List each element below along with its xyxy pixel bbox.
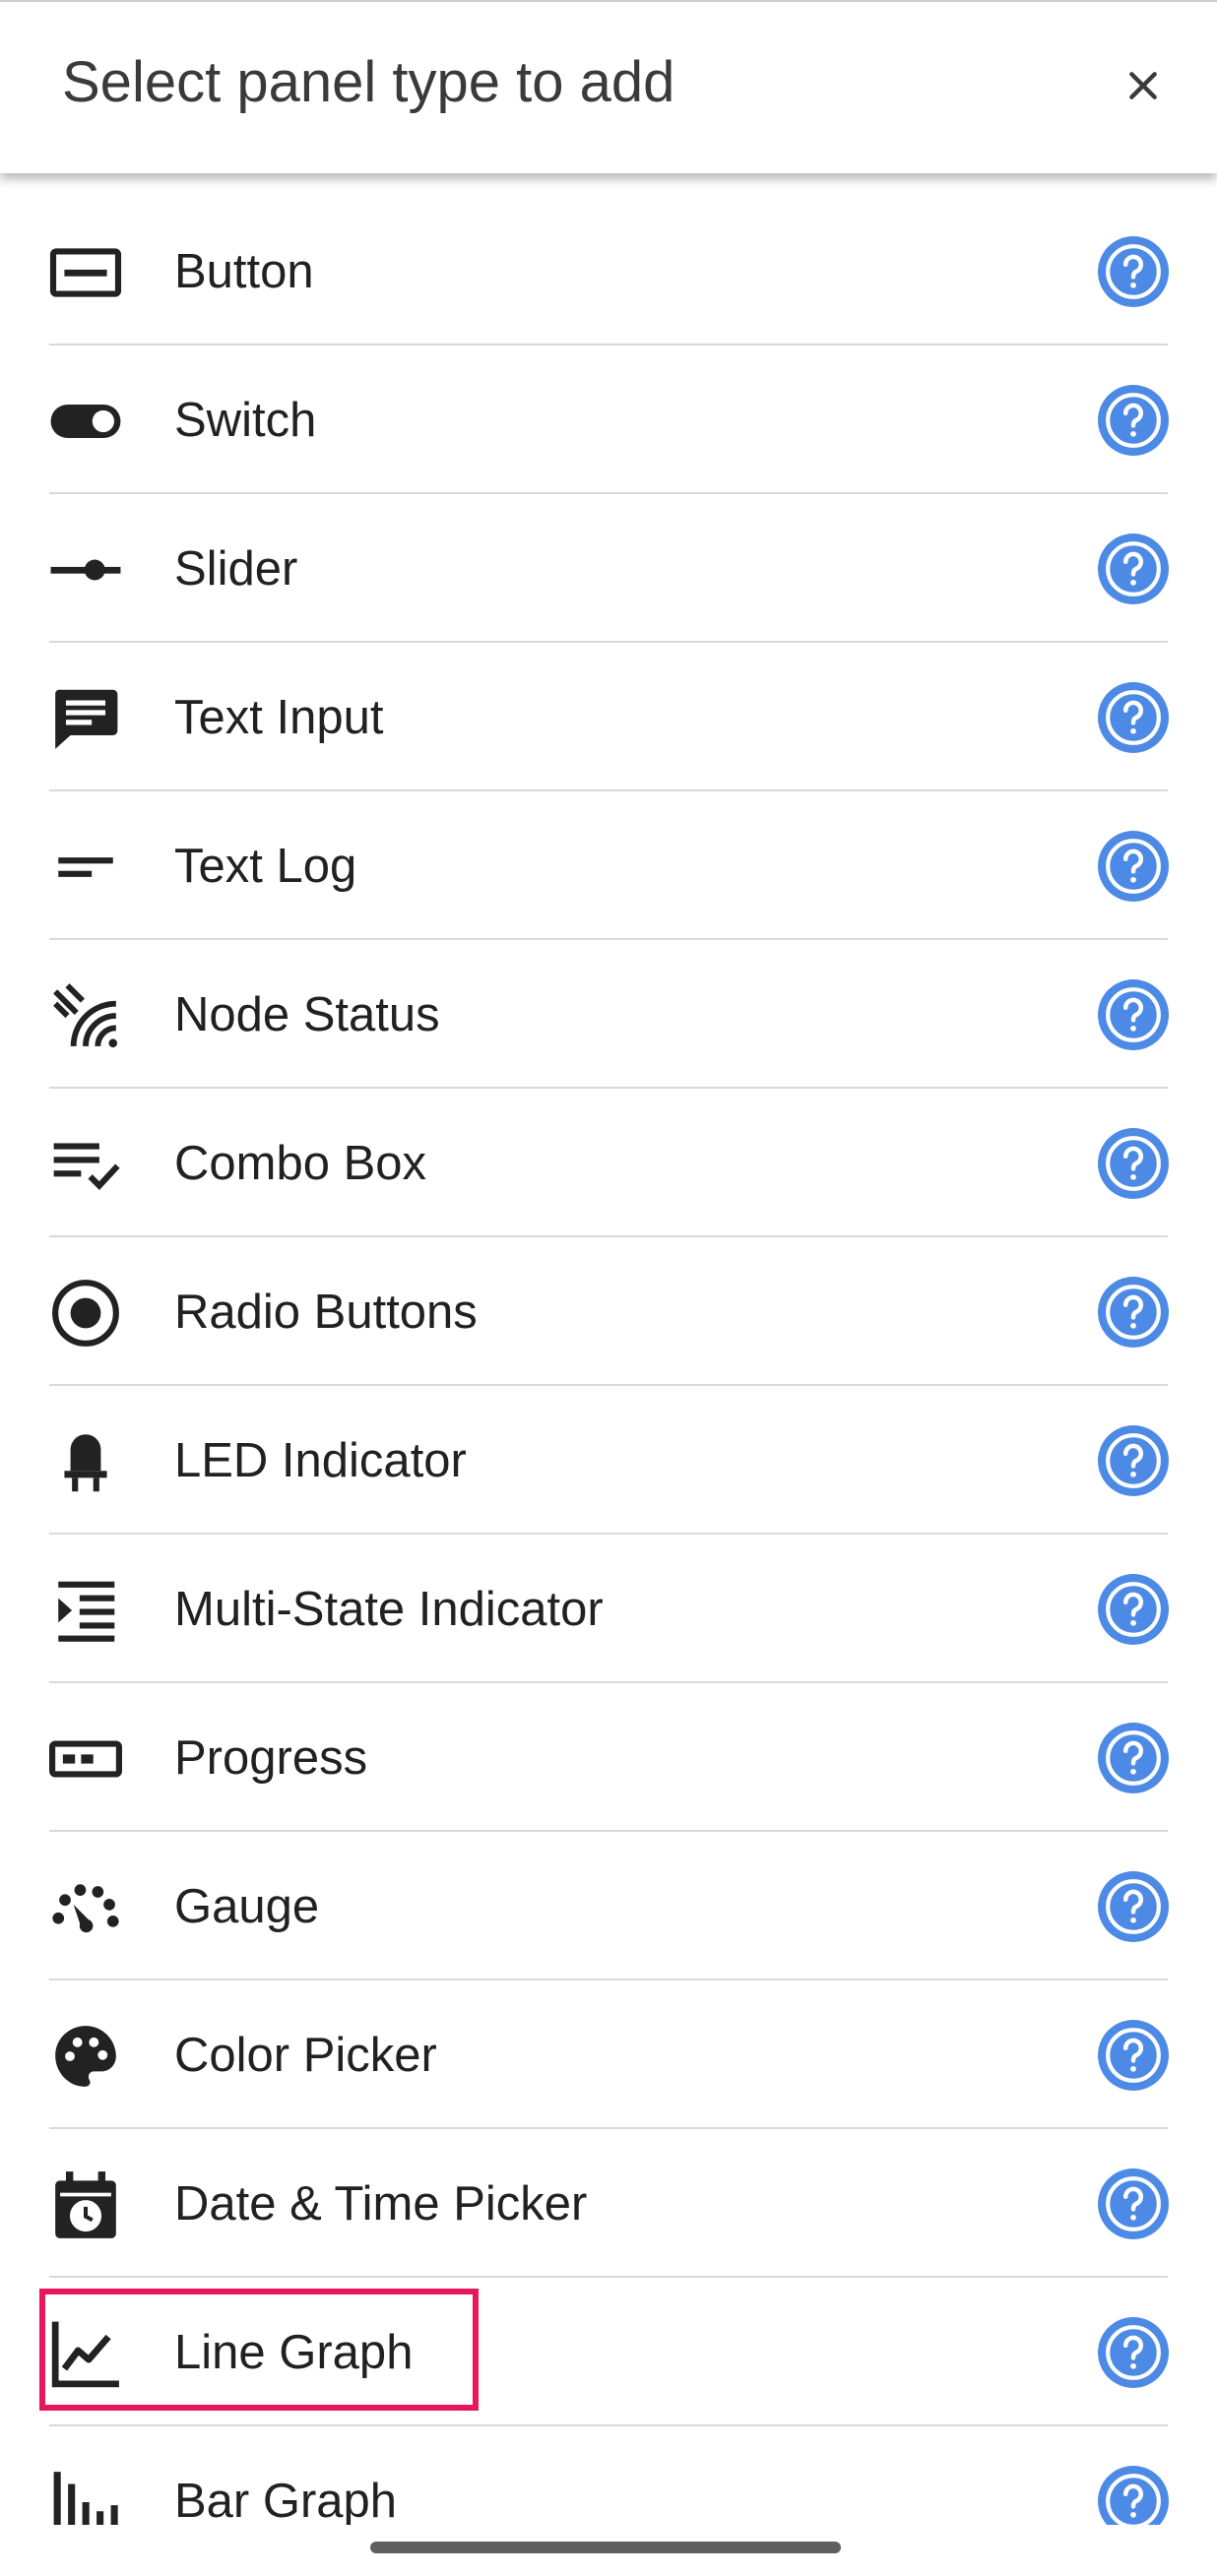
help-button[interactable] xyxy=(1098,682,1169,753)
help-button[interactable] xyxy=(1098,2317,1169,2388)
help-button[interactable] xyxy=(1098,979,1169,1050)
help-circle-icon xyxy=(1098,1871,1169,1942)
panel-type-switch[interactable]: Switch xyxy=(49,346,1169,494)
panel-type-node-status[interactable]: Node Status xyxy=(49,940,1169,1089)
panel-type-label: Progress xyxy=(174,1731,368,1785)
help-button[interactable] xyxy=(1098,2466,1169,2525)
panel-type-bar-graph[interactable]: Bar Graph xyxy=(49,2426,1169,2525)
button-icon xyxy=(49,236,122,309)
help-button[interactable] xyxy=(1098,385,1169,456)
help-button[interactable] xyxy=(1098,2020,1169,2091)
panel-type-label: LED Indicator xyxy=(174,1434,467,1487)
toggle-switch-icon xyxy=(49,385,122,458)
help-button[interactable] xyxy=(1098,236,1169,307)
close-icon xyxy=(1129,72,1157,99)
panel-type-label: Radio Buttons xyxy=(174,1286,478,1339)
panel-type-radio-buttons[interactable]: Radio Buttons xyxy=(49,1237,1169,1386)
panel-type-label: Switch xyxy=(174,394,317,447)
panel-type-text-log[interactable]: Text Log xyxy=(49,791,1169,940)
help-circle-icon xyxy=(1098,2317,1169,2388)
panel-type-list[interactable]: Button Switch Slider Text Input Text Log… xyxy=(0,197,1217,2525)
panel-type-date-time-picker[interactable]: Date & Time Picker xyxy=(49,2129,1169,2278)
panel-type-button[interactable]: Button xyxy=(49,197,1169,346)
panel-type-label: Text Input xyxy=(174,691,384,744)
panel-type-slider[interactable]: Slider xyxy=(49,494,1169,643)
panel-type-label: Slider xyxy=(174,542,298,596)
help-button[interactable] xyxy=(1098,1574,1169,1645)
panel-type-progress[interactable]: Progress xyxy=(49,1683,1169,1832)
gesture-home-bar[interactable] xyxy=(370,2542,841,2553)
help-circle-icon xyxy=(1098,1128,1169,1199)
help-circle-icon xyxy=(1098,2168,1169,2239)
panel-type-label: Gauge xyxy=(174,1880,320,1933)
help-circle-icon xyxy=(1098,385,1169,456)
help-button[interactable] xyxy=(1098,831,1169,902)
led-icon xyxy=(49,1425,122,1498)
panel-type-label: Combo Box xyxy=(174,1137,427,1190)
help-circle-icon xyxy=(1098,979,1169,1050)
help-circle-icon xyxy=(1098,831,1169,902)
help-circle-icon xyxy=(1098,534,1169,604)
help-button[interactable] xyxy=(1098,1128,1169,1199)
panel-type-label: Line Graph xyxy=(174,2326,414,2379)
panel-type-label: Text Log xyxy=(174,840,357,893)
list-check-icon xyxy=(49,1128,122,1201)
dialog-header: Select panel type to add xyxy=(0,0,1217,173)
message-text-icon xyxy=(49,682,122,755)
panel-type-multi-state-indicator[interactable]: Multi-State Indicator xyxy=(49,1535,1169,1683)
help-circle-icon xyxy=(1098,2466,1169,2525)
help-button[interactable] xyxy=(1098,2168,1169,2239)
help-circle-icon xyxy=(1098,2020,1169,2091)
palette-icon xyxy=(49,2020,122,2093)
panel-type-led-indicator[interactable]: LED Indicator xyxy=(49,1386,1169,1535)
help-button[interactable] xyxy=(1098,1277,1169,1348)
panel-type-label: Node Status xyxy=(174,988,440,1041)
indent-list-icon xyxy=(49,1574,122,1647)
help-button[interactable] xyxy=(1098,1425,1169,1496)
dialog-title: Select panel type to add xyxy=(62,50,675,114)
help-button[interactable] xyxy=(1098,1723,1169,1793)
panel-type-combo-box[interactable]: Combo Box xyxy=(49,1089,1169,1237)
help-circle-icon xyxy=(1098,1277,1169,1348)
help-circle-icon xyxy=(1098,682,1169,753)
text-short-icon xyxy=(49,831,122,904)
panel-type-color-picker[interactable]: Color Picker xyxy=(49,1980,1169,2129)
help-circle-icon xyxy=(1098,1574,1169,1645)
help-circle-icon xyxy=(1098,1723,1169,1793)
panel-type-label: Date & Time Picker xyxy=(174,2177,588,2230)
help-button[interactable] xyxy=(1098,534,1169,604)
panel-type-gauge[interactable]: Gauge xyxy=(49,1832,1169,1980)
slider-icon xyxy=(49,534,122,606)
help-circle-icon xyxy=(1098,1425,1169,1496)
radio-button-icon xyxy=(49,1277,122,1350)
panel-type-line-graph[interactable]: Line Graph xyxy=(49,2278,1169,2426)
progress-bar-icon xyxy=(49,1723,122,1795)
calendar-clock-icon xyxy=(49,2168,122,2241)
signal-status-icon xyxy=(49,979,122,1052)
panel-type-text-input[interactable]: Text Input xyxy=(49,643,1169,791)
panel-type-label: Bar Graph xyxy=(174,2475,398,2525)
gauge-icon xyxy=(49,1871,122,1944)
help-circle-icon xyxy=(1098,236,1169,307)
close-button[interactable] xyxy=(1114,56,1173,115)
panel-type-label: Button xyxy=(174,245,314,298)
line-chart-icon xyxy=(49,2317,122,2390)
help-button[interactable] xyxy=(1098,1871,1169,1942)
bar-chart-icon xyxy=(49,2466,122,2525)
panel-type-label: Color Picker xyxy=(174,2029,437,2082)
panel-type-label: Multi-State Indicator xyxy=(174,1583,604,1636)
